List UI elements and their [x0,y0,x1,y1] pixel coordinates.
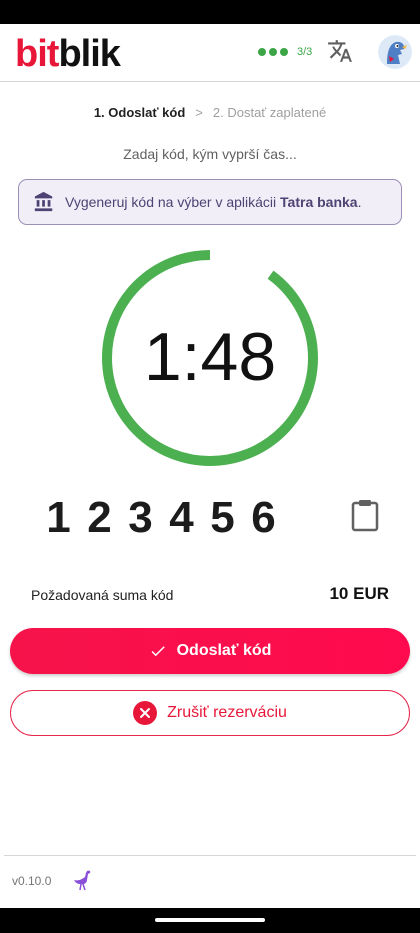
check-icon [151,646,165,657]
code-digit: 4 [169,493,194,542]
instruction-text: Zadaj kód, kým vyprší čas... [123,146,297,162]
step-separator: > [195,105,203,120]
code-display: 1 2 3 4 5 6 [38,493,284,543]
send-code-button[interactable]: Odoslať kód [10,628,410,674]
code-digit: 3 [128,493,153,542]
step-get-paid: 2. Dostať zaplatené [212,105,327,120]
app-logo[interactable]: bitblik [15,32,121,76]
bank-name: Tatra banka [280,194,358,210]
app-header: bitblik 3/3 [0,24,420,82]
logo-blik: blik [58,33,120,75]
bank-icon [33,191,55,213]
step-send-code: 1. Odoslať kód [93,105,186,120]
code-digit: 5 [210,493,235,542]
code-digit: 2 [87,493,112,542]
close-circle-icon [133,701,158,725]
bank-info-text: Vygeneruj kód na výber v aplikácii Tatra… [65,194,361,210]
progress-dot [280,48,288,56]
cancel-reservation-label: Zrušiť rezerváciu [167,704,287,721]
progress-label: 3/3 [297,46,313,58]
home-indicator[interactable] [155,918,265,922]
amount-value: 10 EUR [329,584,389,603]
version-label: v0.10.0 [12,874,52,888]
code-digit: 6 [251,493,276,542]
stepper: 1. Odoslať kód >2. Dostať zaplatené [0,104,420,122]
logo-bit: bit [15,33,59,75]
countdown-timer: 1:48 [97,245,323,471]
status-bar [0,0,420,24]
footer: v0.10.0 [4,855,416,907]
progress-indicator: 3/3 [258,44,312,60]
progress-dot [269,48,277,56]
code-digit: 1 [46,493,71,542]
clipboard-icon[interactable] [350,498,380,532]
send-code-label: Odoslať kód [176,642,272,659]
bank-info-box: Vygeneruj kód na výber v aplikácii Tatra… [18,179,402,225]
amount-label: Požadovaná suma kód [31,587,174,603]
bank-info-suffix: . [357,194,362,210]
system-navigation-bar [0,908,420,933]
cancel-reservation-button[interactable]: Zrušiť rezerváciu [10,690,410,736]
ostrich-icon[interactable] [71,868,95,892]
bank-info-prefix: Vygeneruj kód na výber v aplikácii [65,194,281,210]
translate-icon[interactable] [326,37,354,65]
timer-display: 1:48 [143,319,277,395]
progress-dot [258,48,266,56]
avatar[interactable] [378,35,412,69]
